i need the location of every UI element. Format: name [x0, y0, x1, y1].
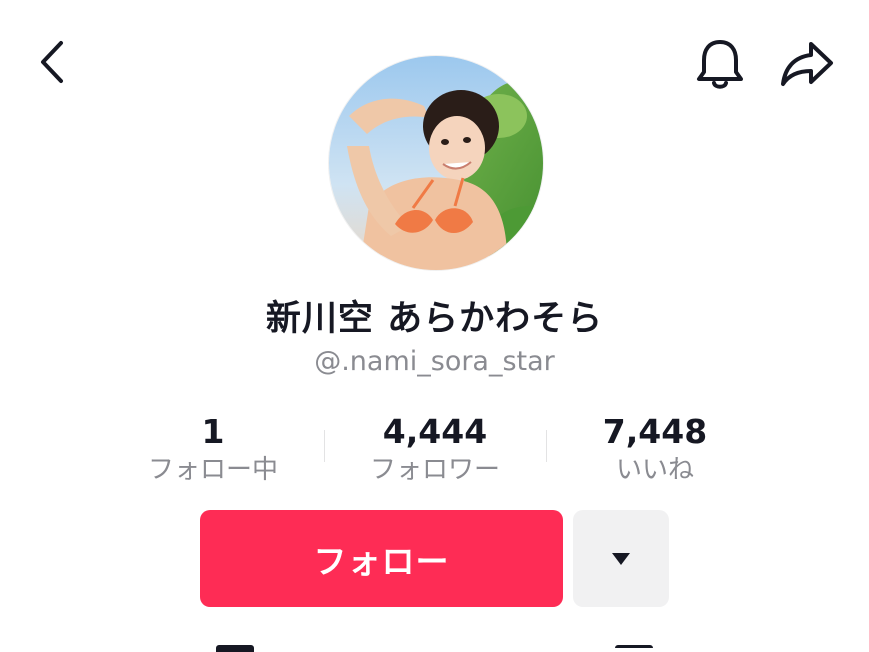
following-count: 1 — [201, 412, 225, 451]
stat-following[interactable]: 1 フォロー中 — [131, 412, 295, 488]
more-options-button[interactable] — [573, 510, 669, 607]
follow-button[interactable]: フォロー — [200, 510, 563, 607]
tab-icon-liked[interactable] — [615, 645, 653, 652]
stat-divider — [324, 430, 325, 462]
stat-followers[interactable]: 4,444 フォロワー — [350, 412, 520, 488]
share-button[interactable] — [774, 34, 840, 94]
notification-bell-button[interactable] — [690, 34, 750, 94]
followers-label: フォロワー — [369, 455, 500, 485]
followers-count: 4,444 — [382, 412, 488, 451]
caret-down-icon — [612, 552, 630, 565]
profile-avatar[interactable] — [329, 56, 543, 270]
chevron-left-icon — [41, 41, 63, 83]
tab-icon-videos[interactable] — [216, 645, 254, 652]
stat-divider — [546, 430, 547, 462]
stat-likes[interactable]: 7,448 いいね — [585, 412, 725, 488]
share-arrow-icon — [781, 42, 833, 86]
likes-label: いいね — [615, 455, 694, 485]
likes-count: 7,448 — [602, 412, 708, 451]
display-name: 新川空 あらかわそら — [265, 299, 604, 339]
avatar-image — [329, 56, 543, 270]
username: @.nami_sora_star — [314, 346, 555, 377]
back-button[interactable] — [30, 34, 74, 90]
bell-icon — [697, 40, 743, 89]
following-label: フォロー中 — [147, 455, 278, 485]
